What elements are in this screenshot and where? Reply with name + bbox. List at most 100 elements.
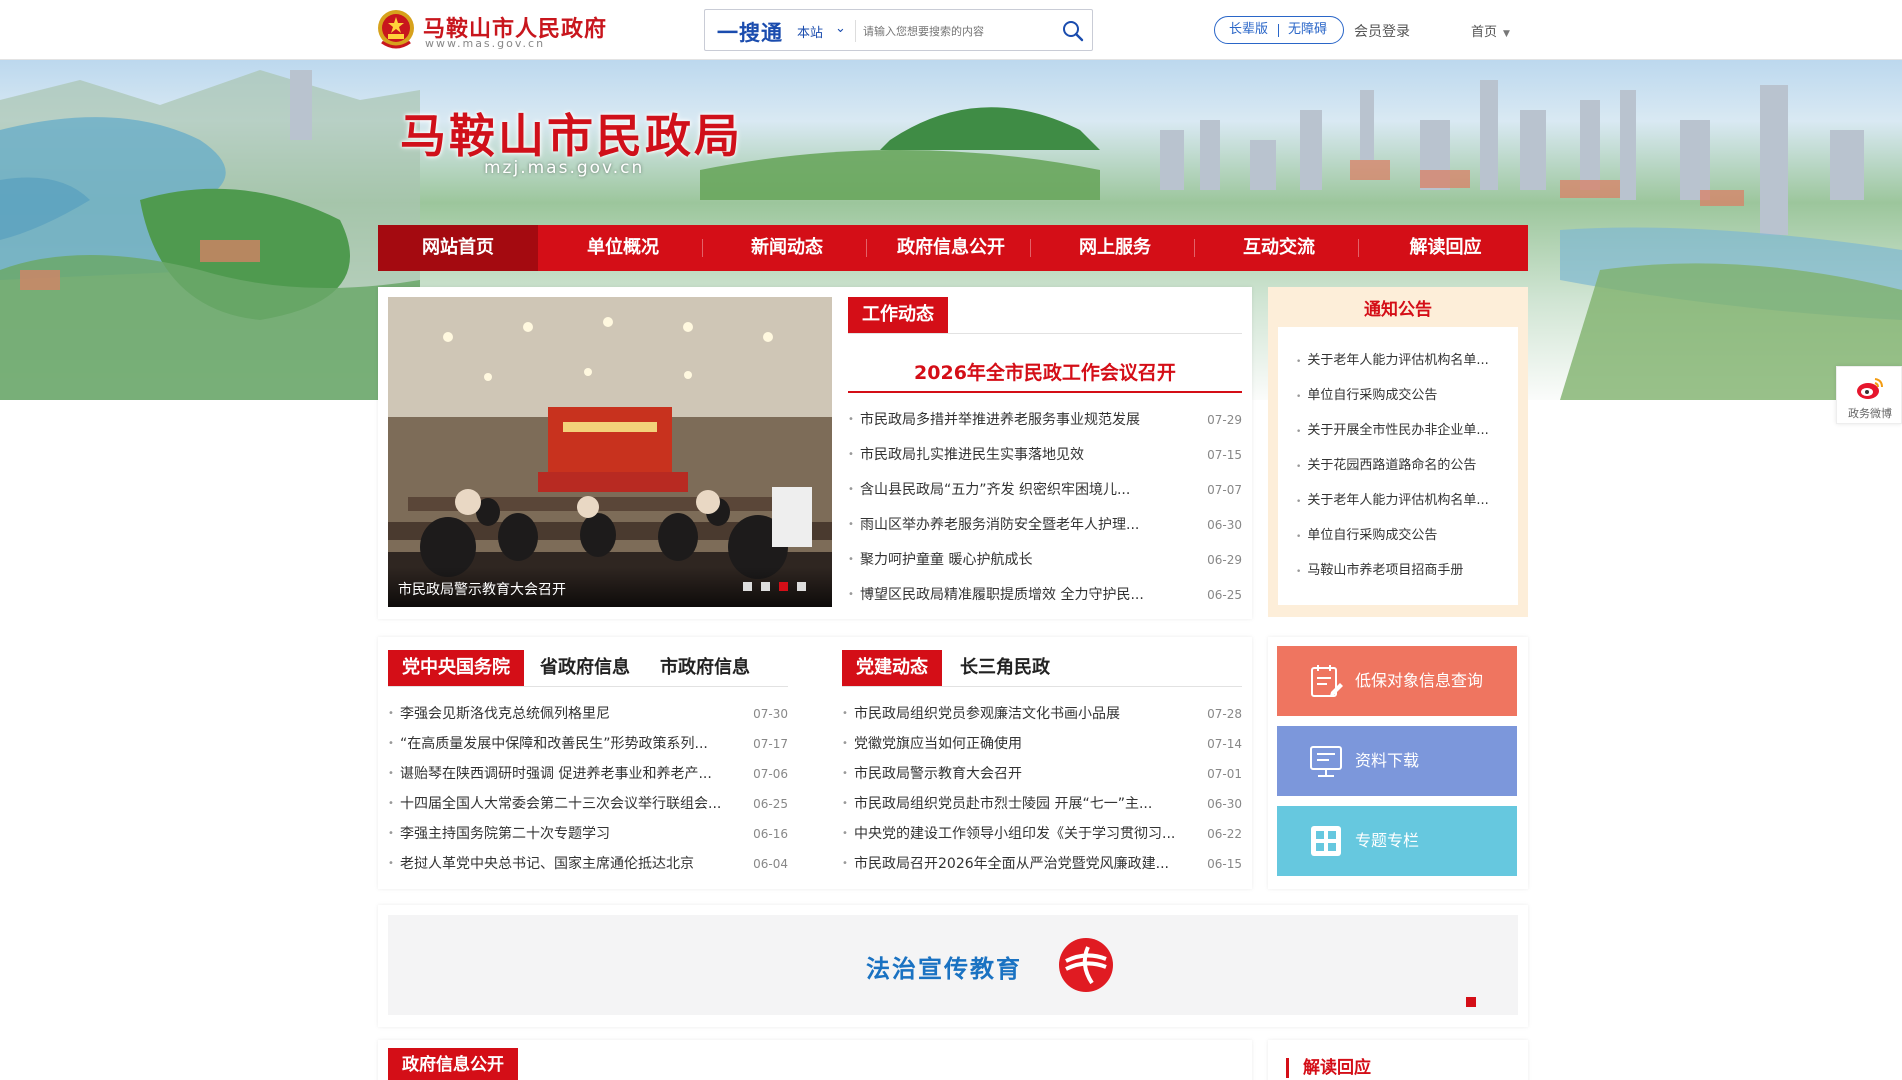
meeting-photo [388, 297, 832, 607]
list-item-title: 含山县民政局“五力”齐发 织密织牢困境儿... [860, 482, 1131, 498]
list-item-title: 市民政局组织党员参观廉洁文化书画小品展 [854, 706, 1120, 722]
nav-item-home[interactable]: 网站首页 [378, 225, 538, 271]
accessibility-switch: 长辈版 无障碍 [1214, 16, 1344, 44]
list-item[interactable]: • 中央党的建设工作领导小组印发《关于学习贯彻习... 06-22 [842, 824, 1242, 844]
headline-link[interactable]: 2026年全市民政工作会议召开 [848, 358, 1242, 385]
special-topics-label: 专题专栏 [1355, 831, 1420, 850]
bullet-icon: • [1296, 427, 1302, 437]
bullet-icon: • [848, 414, 854, 425]
list-item-title: 党徽党旗应当如何正确使用 [854, 736, 1022, 752]
list-item-title: 李强主持国务院第二十次专题学习 [400, 826, 610, 842]
bullet-icon: • [842, 798, 848, 809]
list-item-date: 07-07 [1207, 483, 1242, 497]
list-item-title: 市民政局多措并举推进养老服务事业规范发展 [860, 412, 1140, 428]
monitor-download-icon [1310, 746, 1342, 777]
law-banner-page-indicator[interactable] [1466, 997, 1476, 1007]
nav-item-interaction[interactable]: 互动交流 [1199, 225, 1359, 271]
search-icon[interactable] [1061, 19, 1085, 43]
list-item[interactable]: • 李强主持国务院第二十次专题学习 06-16 [388, 824, 788, 844]
list-item-date: 06-25 [1207, 588, 1242, 602]
list-item-date: 07-14 [1207, 737, 1242, 751]
site-url: www.mas.gov.cn [425, 37, 546, 50]
slider-dot[interactable] [797, 582, 806, 591]
tab-city-gov[interactable]: 市政府信息 [660, 650, 750, 686]
law-banner[interactable]: 法治宣传教育 [378, 905, 1528, 1027]
list-item[interactable]: • 市民政局扎实推进民生实事落地见效 07-15 [848, 445, 1242, 465]
bullet-icon: • [848, 589, 854, 600]
tab-yangtze-delta[interactable]: 长三角民政 [960, 650, 1050, 686]
notice-item[interactable]: • 关于花园西路道路命名的公告 [1296, 454, 1476, 473]
nav-divider [1194, 239, 1195, 257]
list-item[interactable]: • 聚力呵护童童 暖心护航成长 06-29 [848, 550, 1242, 570]
list-item[interactable]: • “在高质量发展中保障和改善民生”形势政策系列... 07-17 [388, 734, 788, 754]
notice-item[interactable]: • 单位自行采购成交公告 [1296, 524, 1437, 543]
slider-dot-active[interactable] [779, 582, 788, 591]
special-topics-button[interactable]: 专题专栏 [1277, 806, 1517, 876]
notice-item[interactable]: • 关于开展全市性民办非企业单... [1296, 419, 1489, 438]
chevron-down-icon[interactable]: ⌄ [835, 21, 846, 36]
bullet-icon: • [388, 798, 394, 809]
list-item[interactable]: • 李强会见斯洛伐克总统佩列格里尼 07-30 [388, 704, 788, 724]
list-item[interactable]: • 老挝人革党中央总书记、国家主席通伦抵达北京 06-04 [388, 854, 788, 874]
search-input[interactable] [863, 20, 1053, 42]
list-item-title: 市民政局召开2026年全面从严治党暨党风廉政建... [854, 856, 1169, 872]
download-button[interactable]: 资料下载 [1277, 726, 1517, 796]
nav-item-news[interactable]: 新闻动态 [707, 225, 867, 271]
list-item[interactable]: • 市民政局多措并举推进养老服务事业规范发展 07-29 [848, 410, 1242, 430]
list-item-title: 中央党的建设工作领导小组印发《关于学习贯彻习... [854, 826, 1176, 842]
notice-panel: 通知公告 • 关于老年人能力评估机构名单... • 单位自行采购成交公告 • 关于开展… [1268, 287, 1528, 617]
tab-party-building[interactable]: 党建动态 [842, 650, 942, 686]
notice-item[interactable]: • 马鞍山市养老项目招商手册 [1296, 559, 1463, 578]
barrier-free-link[interactable]: 无障碍 [1288, 17, 1327, 43]
notice-item[interactable]: • 关于老年人能力评估机构名单... [1296, 489, 1489, 508]
slider-dot[interactable] [761, 582, 770, 591]
nav-item-interpretation[interactable]: 解读回应 [1363, 225, 1528, 271]
member-login-link[interactable]: 会员登录 [1354, 21, 1410, 41]
news-slider[interactable]: 市民政局警示教育大会召开 [388, 297, 832, 607]
search-brand: 一搜通 [717, 21, 783, 45]
tab-provincial-gov[interactable]: 省政府信息 [540, 650, 630, 686]
bullet-icon: • [842, 738, 848, 749]
tab-gov-info-open[interactable]: 政府信息公开 [388, 1048, 518, 1080]
list-item-date: 07-15 [1207, 448, 1242, 462]
bullet-icon: • [848, 484, 854, 495]
nav-divider [702, 239, 703, 257]
notice-item[interactable]: • 单位自行采购成交公告 [1296, 384, 1437, 403]
list-item[interactable]: • 市民政局组织党员参观廉洁文化书画小品展 07-28 [842, 704, 1242, 724]
weibo-float-button[interactable]: 政务微博 [1836, 366, 1902, 424]
list-item-date: 07-28 [1207, 707, 1242, 721]
list-item[interactable]: • 雨山区举办养老服务消防安全暨老年人护理... 06-30 [848, 515, 1242, 535]
list-item-title: 聚力呵护童童 暖心护航成长 [860, 552, 1033, 568]
main-nav: 网站首页 单位概况 新闻动态 政府信息公开 网上服务 互动交流 解读回应 [378, 225, 1528, 271]
interpretation-title[interactable]: 解读回应 [1286, 1058, 1371, 1078]
list-item-title: “在高质量发展中保障和改善民生”形势政策系列... [400, 736, 708, 752]
list-item[interactable]: • 市民政局组织党员赴市烈士陵园 开展“七一”主... 06-30 [842, 794, 1242, 814]
nav-item-gov-info[interactable]: 政府信息公开 [871, 225, 1031, 271]
list-item[interactable]: • 含山县民政局“五力”齐发 织密织牢困境儿... 07-07 [848, 480, 1242, 500]
nav-item-online-service[interactable]: 网上服务 [1035, 225, 1195, 271]
tab-central-gov[interactable]: 党中央国务院 [388, 650, 524, 686]
welfare-query-button[interactable]: 低保对象信息查询 [1277, 646, 1517, 716]
list-item[interactable]: • 谌贻琴在陕西调研时强调 促进养老事业和养老产... 07-06 [388, 764, 788, 784]
bullet-icon: • [842, 858, 848, 869]
list-item[interactable]: • 市民政局召开2026年全面从严治党暨党风廉政建... 06-15 [842, 854, 1242, 874]
tab-underline [848, 333, 1242, 334]
tab-work-dynamics[interactable]: 工作动态 [848, 297, 948, 333]
elder-version-link[interactable]: 长辈版 [1229, 17, 1268, 43]
list-item[interactable]: • 党徽党旗应当如何正确使用 07-14 [842, 734, 1242, 754]
list-item[interactable]: • 十四届全国人大常委会第二十三次会议举行联组会... 06-25 [388, 794, 788, 814]
bullet-icon: • [1296, 392, 1302, 402]
list-item-date: 06-30 [1207, 797, 1242, 811]
home-select[interactable]: 首页 ▼ [1471, 21, 1510, 40]
list-item-date: 06-30 [1207, 518, 1242, 532]
search-scope-select[interactable]: 本站 [797, 22, 823, 41]
list-item[interactable]: • 市民政局警示教育大会召开 07-01 [842, 764, 1242, 784]
list-item-title: 市民政局扎实推进民生实事落地见效 [860, 447, 1084, 463]
list-item[interactable]: • 博望区民政局精准履职提质增效 全力守护民... 06-25 [848, 585, 1242, 605]
slider-dot[interactable] [743, 582, 752, 591]
notice-item[interactable]: • 关于老年人能力评估机构名单... [1296, 349, 1489, 368]
site-logo[interactable]: 马鞍山市人民政府 www.mas.gov.cn [376, 8, 626, 52]
nav-item-overview[interactable]: 单位概况 [543, 225, 703, 271]
notice-title[interactable]: 通知公告 [1268, 295, 1528, 320]
bullet-icon: • [1296, 462, 1302, 472]
